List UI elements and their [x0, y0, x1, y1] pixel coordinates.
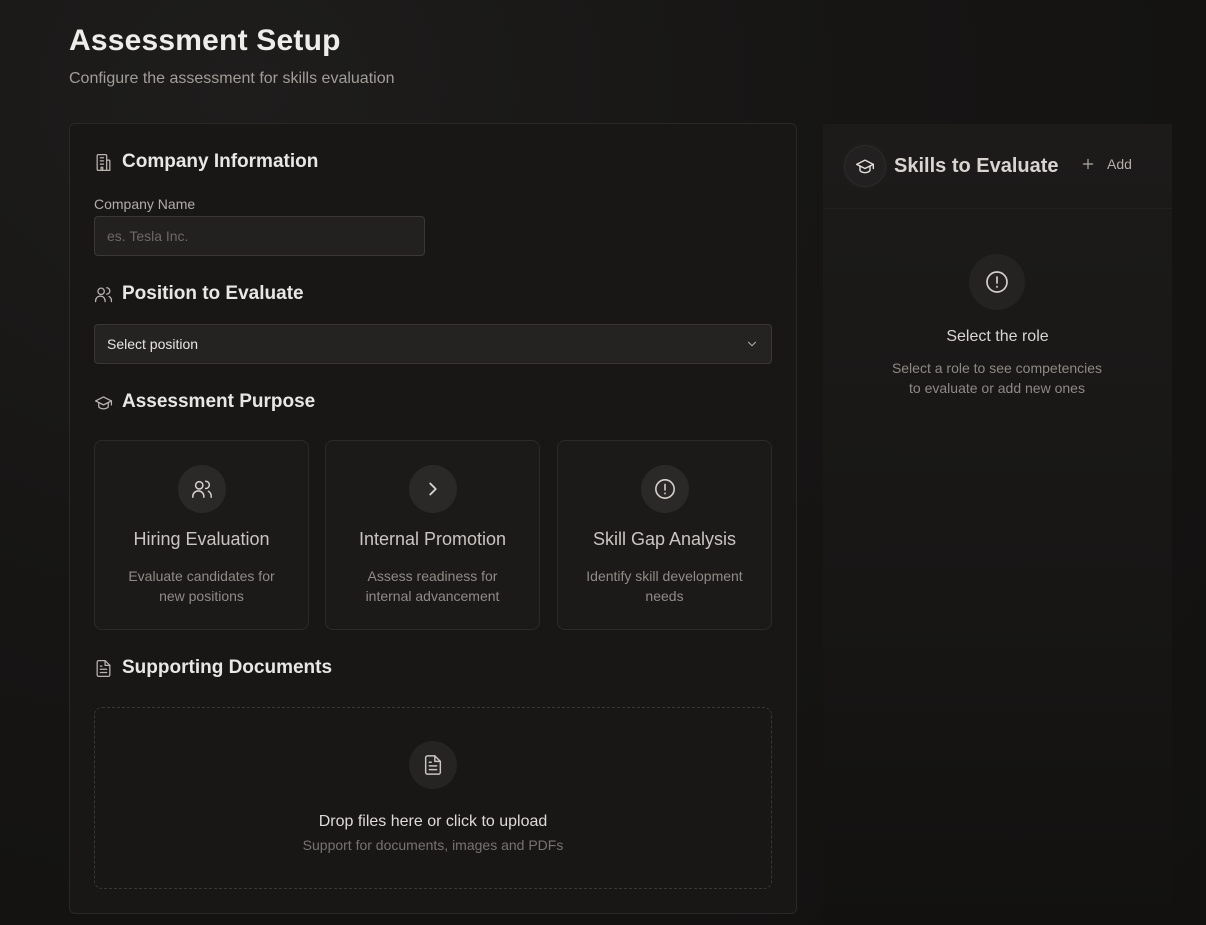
- company-section-heading: Company Information: [94, 151, 318, 173]
- dropzone-icon-wrap: [409, 741, 457, 789]
- dropzone-title: Drop files here or click to upload: [318, 813, 548, 830]
- empty-state-title: Select the role: [946, 328, 1049, 345]
- purpose-option-skill-gap[interactable]: Skill Gap Analysis Identify skill develo…: [557, 440, 772, 630]
- add-skill-label: Add: [1107, 156, 1132, 172]
- purpose-option-title: Internal Promotion: [358, 529, 507, 549]
- position-select-value: Select position: [107, 336, 199, 352]
- purpose-option-hiring[interactable]: Hiring Evaluation Evaluate candidates fo…: [94, 440, 309, 630]
- skills-panel-title: Skills to Evaluate: [894, 155, 1059, 177]
- assessment-form-card: Company Information Company Name Positio…: [69, 123, 797, 914]
- purpose-section-title: Assessment Purpose: [122, 391, 316, 412]
- purpose-option-icon-wrap: [408, 465, 457, 513]
- alert-circle-icon: [986, 271, 1008, 293]
- empty-state-icon-wrap: [969, 254, 1025, 310]
- page-subtitle: Configure the assessment for skills eval…: [69, 70, 395, 87]
- chevron-right-icon: [428, 482, 437, 496]
- skills-panel: Skills to Evaluate Add Select the role S…: [823, 124, 1172, 925]
- purpose-section-heading: Assessment Purpose: [94, 391, 315, 413]
- skills-header-icon-wrap: [845, 146, 885, 186]
- graduation-cap-icon: [855, 159, 875, 174]
- purpose-option-title: Skill Gap Analysis: [592, 529, 737, 549]
- page-title: Assessment Setup: [69, 24, 341, 57]
- building-icon: [96, 153, 111, 171]
- dropzone-subtitle: Support for documents, images and PDFs: [302, 837, 564, 853]
- file-text-icon: [424, 755, 442, 775]
- position-section-heading: Position to Evaluate: [94, 283, 304, 305]
- purpose-option-description: Identify skill development needs: [586, 568, 743, 604]
- purpose-option-description: Assess readiness for internal advancemen…: [365, 568, 500, 604]
- company-name-input[interactable]: [94, 216, 425, 256]
- users-icon: [94, 286, 113, 302]
- chevron-down-icon: [747, 341, 757, 347]
- documents-section-heading: Supporting Documents: [94, 657, 332, 679]
- alert-circle-icon: [654, 479, 675, 499]
- file-text-icon: [96, 659, 111, 677]
- graduation-cap-icon: [94, 395, 113, 409]
- company-name-label: Company Name: [94, 196, 196, 212]
- skills-panel-header: Skills to Evaluate Add: [823, 124, 1172, 209]
- company-section-title: Company Information: [122, 151, 319, 172]
- users-icon: [191, 480, 212, 498]
- purpose-option-promotion[interactable]: Internal Promotion Assess readiness for …: [325, 440, 540, 630]
- purpose-option-icon-wrap: [640, 465, 689, 513]
- purpose-option-description: Evaluate candidates for new positions: [128, 568, 275, 604]
- add-skill-button[interactable]: Add: [1081, 156, 1132, 172]
- purpose-option-title: Hiring Evaluation: [133, 529, 270, 549]
- documents-section-title: Supporting Documents: [122, 657, 333, 678]
- plus-icon: [1082, 158, 1094, 170]
- position-select[interactable]: Select position: [94, 324, 772, 364]
- position-section-title: Position to Evaluate: [122, 283, 304, 304]
- purpose-option-icon-wrap: [177, 465, 226, 513]
- file-dropzone[interactable]: Drop files here or click to upload Suppo…: [94, 707, 772, 889]
- empty-state-description: Select a role to see competencies to eva…: [891, 360, 1103, 396]
